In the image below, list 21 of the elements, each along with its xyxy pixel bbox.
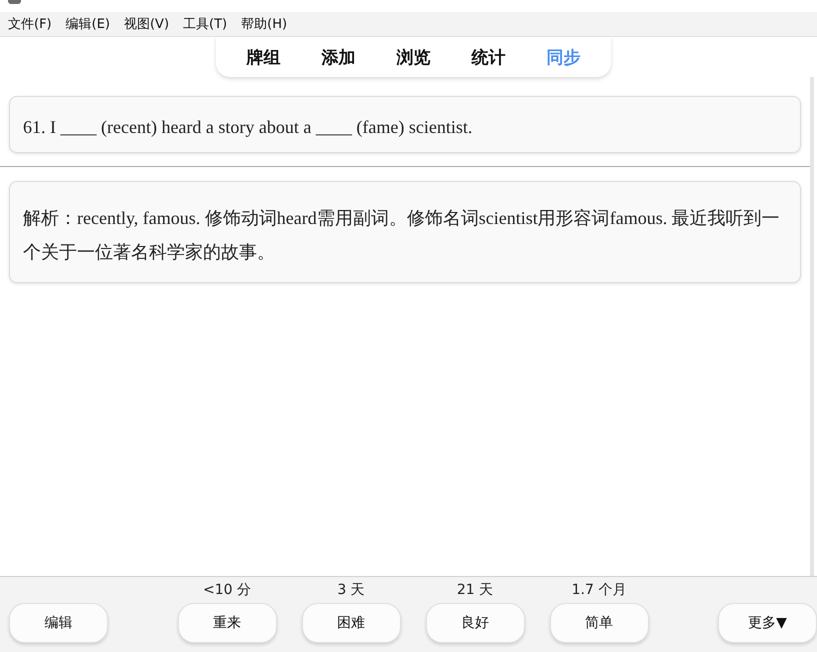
answer-button[interactable]: 重来 (178, 603, 276, 643)
interval-label: 1.7 个月 (572, 581, 626, 600)
tab[interactable]: 统计 (451, 46, 526, 68)
edit-button[interactable]: 编辑 (9, 603, 108, 643)
tab[interactable]: 浏览 (376, 46, 451, 68)
answer-text: 解析：recently, famous. 修饰动词heard需用副词。修饰名词scientist用形容词famous. 最近我听到一个关于一位著名科学家的故事。 (23, 208, 780, 262)
answer-button[interactable]: 良好 (426, 603, 524, 643)
menu-item[interactable]: 工具(T) (183, 15, 228, 33)
interval-label: <10 分 (203, 581, 251, 600)
menu-item[interactable]: 帮助(H) (241, 15, 288, 33)
tab[interactable]: 添加 (301, 46, 376, 68)
menu-item[interactable]: 文件(F) (8, 15, 52, 33)
question-text: 61. I ____ (recent) heard a story about a ____ (fame) scientist. (23, 117, 472, 137)
answer-button[interactable]: 简单 (550, 603, 648, 643)
tab[interactable]: 牌组 (226, 46, 301, 68)
interval-label: 21 天 (456, 581, 494, 600)
interval-label: 3 天 (337, 581, 365, 600)
menu-item[interactable]: 视图(V) (124, 15, 170, 33)
more-button[interactable]: 更多▼ (718, 603, 817, 643)
menu-item[interactable]: 编辑(E) (66, 15, 110, 33)
answer-button[interactable]: 困难 (302, 603, 400, 643)
